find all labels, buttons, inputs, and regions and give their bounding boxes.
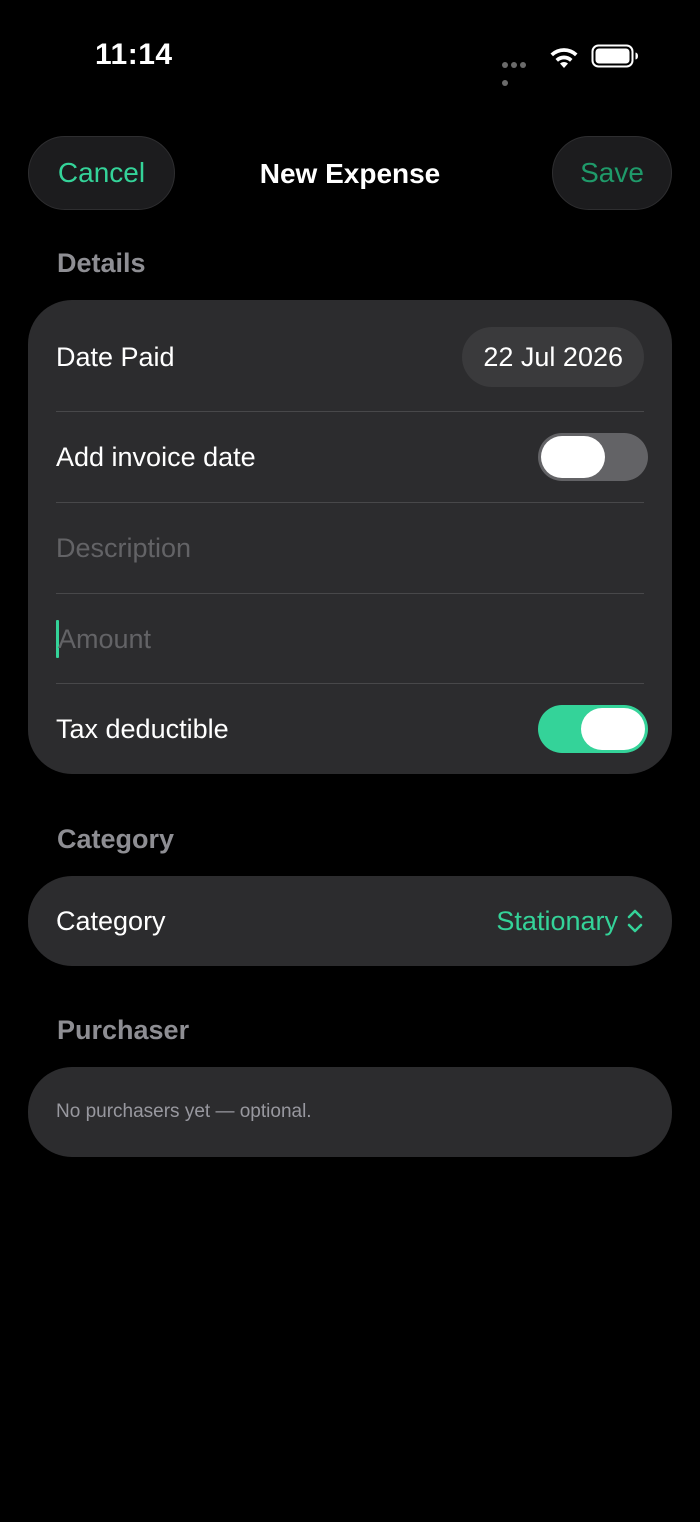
category-section-header: Category (57, 824, 175, 854)
invoice-date-row: Add invoice date (56, 412, 648, 502)
save-button[interactable]: Save (552, 136, 672, 210)
toggle-knob (581, 708, 645, 750)
date-paid-label: Date Paid (56, 341, 175, 372)
purchaser-empty-text: No purchasers yet — optional. (56, 1101, 312, 1122)
status-bar: 11:14 (0, 0, 700, 110)
toggle-knob (541, 436, 605, 478)
invoice-date-toggle[interactable] (538, 433, 648, 481)
tax-deductible-toggle[interactable] (538, 705, 648, 753)
category-selected-value: Stationary (496, 905, 618, 936)
details-section-header: Details (57, 248, 146, 278)
date-paid-row: Date Paid 22 Jul 2026 (56, 327, 644, 387)
tax-deductible-label: Tax deductible (56, 713, 229, 744)
battery-icon (591, 44, 638, 68)
purchaser-section-header: Purchaser (57, 1015, 190, 1045)
purchaser-empty-row: No purchasers yet — optional. (56, 1067, 644, 1157)
invoice-date-label: Add invoice date (56, 441, 256, 472)
status-time: 11:14 (95, 38, 173, 71)
category-picker[interactable]: Stationary (496, 906, 644, 937)
amount-input[interactable] (58, 616, 646, 662)
purchaser-card: No purchasers yet — optional. (28, 1067, 672, 1157)
wifi-icon (550, 48, 578, 68)
category-card: Category Stationary (28, 876, 672, 966)
amount-row (56, 594, 646, 684)
description-row (56, 503, 644, 593)
date-paid-picker[interactable]: 22 Jul 2026 (462, 327, 644, 387)
tax-deductible-row: Tax deductible (56, 684, 648, 774)
cellular-signal-icon (502, 62, 536, 86)
chevron-up-down-icon (627, 909, 643, 933)
description-input[interactable] (56, 532, 644, 564)
category-label: Category (56, 905, 166, 936)
cancel-button[interactable]: Cancel (28, 136, 175, 210)
category-row: Category Stationary (56, 876, 644, 966)
details-card: Date Paid 22 Jul 2026 Add invoice date T… (28, 300, 672, 774)
navigation-bar: Cancel New Expense Save (0, 136, 700, 212)
